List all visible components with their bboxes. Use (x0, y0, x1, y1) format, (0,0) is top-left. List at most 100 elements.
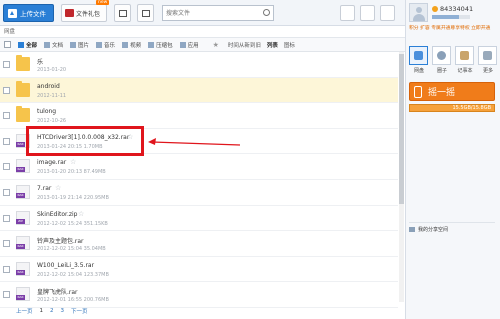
star-icon[interactable]: ☆ (78, 210, 84, 218)
file-name[interactable]: SkinEditor.zip (37, 211, 78, 218)
file-gift-label: 文件礼包 (76, 10, 101, 18)
folder-icon (118, 9, 127, 17)
select-all-checkbox[interactable] (4, 41, 11, 48)
row-checkbox[interactable] (3, 137, 10, 145)
file-meta: 2013-01-20 (37, 67, 67, 73)
storage-quota: 15.5GB/15.8GB (409, 104, 495, 112)
app-notebook[interactable]: 记事本 (455, 46, 475, 74)
zip-file-icon (16, 210, 30, 225)
list-item[interactable]: W100_LeiLi_3.5.rar 2012-12-02 15:04 123.… (0, 257, 398, 283)
level-bar (432, 15, 470, 19)
page-2[interactable]: 2 (50, 308, 54, 314)
vip-icon (432, 6, 438, 12)
file-name[interactable]: 乐 (37, 57, 43, 66)
list-item[interactable]: 乐 2013-01-20 (0, 52, 398, 78)
new-folder-button[interactable] (114, 4, 131, 22)
filter-bar: 全部 文档 图片 音乐 视频 压缩包 应用 ★ 时间从新到旧 列表 图标 (0, 38, 405, 52)
app-label: 网盘 (413, 68, 424, 74)
file-name[interactable]: image.rar (37, 159, 66, 166)
star-icon[interactable]: ☆ (55, 184, 61, 192)
folder-icon (16, 80, 30, 97)
file-name[interactable]: 皇牌飞虎队.rar (37, 287, 78, 296)
breadcrumb[interactable]: 网盘 (0, 27, 405, 38)
list-scrollbar[interactable] (399, 52, 404, 302)
file-name[interactable]: W100_LeiLi_3.5.rar (37, 262, 94, 269)
filter-archive[interactable]: 压缩包 (148, 41, 173, 49)
file-meta: 2012-12-02 15:04 123.37MB (37, 271, 109, 278)
upload-button[interactable]: 上传文件 (3, 4, 54, 22)
scrollbar-thumb[interactable] (399, 54, 404, 204)
app-netdisk[interactable]: 网盘 (409, 46, 429, 74)
page-3[interactable]: 3 (61, 308, 65, 314)
star-icon[interactable]: ☆ (70, 158, 76, 166)
search-input[interactable] (163, 6, 258, 20)
phone-icon (414, 85, 422, 98)
share-icon (409, 226, 415, 232)
filter-app-label: 应用 (187, 42, 199, 49)
filter-music[interactable]: 音乐 (96, 41, 115, 49)
avatar[interactable] (409, 3, 428, 22)
filter-app[interactable]: 应用 (179, 41, 199, 49)
calendar-icon (141, 9, 150, 17)
level-fill (432, 15, 459, 19)
row-checkbox[interactable] (3, 188, 10, 196)
app-label: 圈子 (436, 68, 447, 74)
file-gift-button[interactable]: 文件礼包 (61, 4, 107, 22)
list-item[interactable]: android 2012-11-11 (0, 77, 398, 104)
star-filter[interactable]: ★ (213, 41, 219, 49)
list-view-button[interactable]: 列表 (267, 41, 278, 49)
list-item[interactable]: image.rar ☆ 2013-01-20 20:13 87.49MB (0, 154, 398, 180)
shake-button[interactable]: 摇一摇 (409, 82, 495, 101)
upload-queue-icon[interactable] (380, 5, 395, 21)
image-icon (70, 41, 77, 48)
row-checkbox[interactable] (3, 86, 10, 94)
mail-icon[interactable] (360, 5, 375, 21)
filter-image[interactable]: 图片 (70, 41, 89, 49)
user-id: 84334041 (432, 5, 473, 13)
rar-file-icon (16, 159, 30, 174)
file-name[interactable]: android (37, 83, 60, 90)
row-checkbox[interactable] (3, 61, 10, 68)
arrow-annotation (148, 138, 241, 146)
share-label: 我的分享空间 (418, 226, 449, 233)
row-checkbox[interactable] (3, 291, 10, 299)
prev-page-link[interactable]: 上一页 (16, 307, 33, 315)
archive-icon (148, 41, 155, 48)
sort-dropdown[interactable]: 时间从新到旧 (228, 41, 261, 49)
row-checkbox[interactable] (3, 265, 10, 273)
file-name[interactable]: tulong (37, 108, 56, 115)
next-page-link[interactable]: 下一页 (71, 307, 88, 315)
promo-text[interactable]: 积分 扩容 专属开通尊享特权 立即开通 (409, 24, 490, 31)
row-checkbox[interactable] (3, 240, 10, 248)
share-space-link[interactable]: 我的分享空间 (409, 222, 495, 233)
icon-view-button[interactable]: 图标 (284, 41, 295, 49)
right-panel: 84334041 积分 扩容 专属开通尊享特权 立即开通 网盘 圈子 记事本 更… (405, 0, 500, 319)
file-meta: 2013-01-19 21:14 220.95MB (37, 194, 109, 201)
file-name[interactable]: 铃声及主题包.rar (37, 236, 84, 245)
list-item[interactable]: 7.rar ☆ 2013-01-19 21:14 220.95MB (0, 180, 398, 206)
list-item[interactable]: tulong 2012-10-26 (0, 103, 398, 129)
search-icon[interactable] (263, 9, 270, 16)
search-box (162, 5, 274, 21)
app-circle[interactable]: 圈子 (432, 46, 452, 74)
list-item[interactable]: SkinEditor.zip ☆ 2012-12-02 15:24 351.15… (0, 206, 398, 232)
folder-icon (16, 55, 30, 71)
filter-video[interactable]: 视频 (122, 41, 141, 49)
row-checkbox[interactable] (3, 112, 10, 120)
filter-doc[interactable]: 文档 (44, 41, 63, 49)
app-label: 更多 (482, 68, 493, 74)
file-meta: 2012-10-26 (37, 118, 67, 125)
highlight-box (26, 126, 144, 156)
row-checkbox[interactable] (3, 214, 10, 222)
app-more[interactable]: 更多 (478, 46, 498, 74)
filter-all[interactable]: 全部 (18, 41, 37, 49)
gift-icon (65, 9, 74, 17)
top-toolbar: 上传文件 文件礼包 new (0, 0, 405, 26)
row-checkbox[interactable] (3, 163, 10, 171)
calendar-button[interactable] (137, 4, 154, 22)
filter-all-label: 全部 (26, 42, 38, 49)
file-name[interactable]: 7.rar (37, 185, 51, 192)
list-item[interactable]: 铃声及主题包.rar 2012-12-02 15:04 35.04MB (0, 231, 398, 257)
trash-icon[interactable] (340, 5, 355, 21)
rar-file-icon (16, 287, 30, 302)
